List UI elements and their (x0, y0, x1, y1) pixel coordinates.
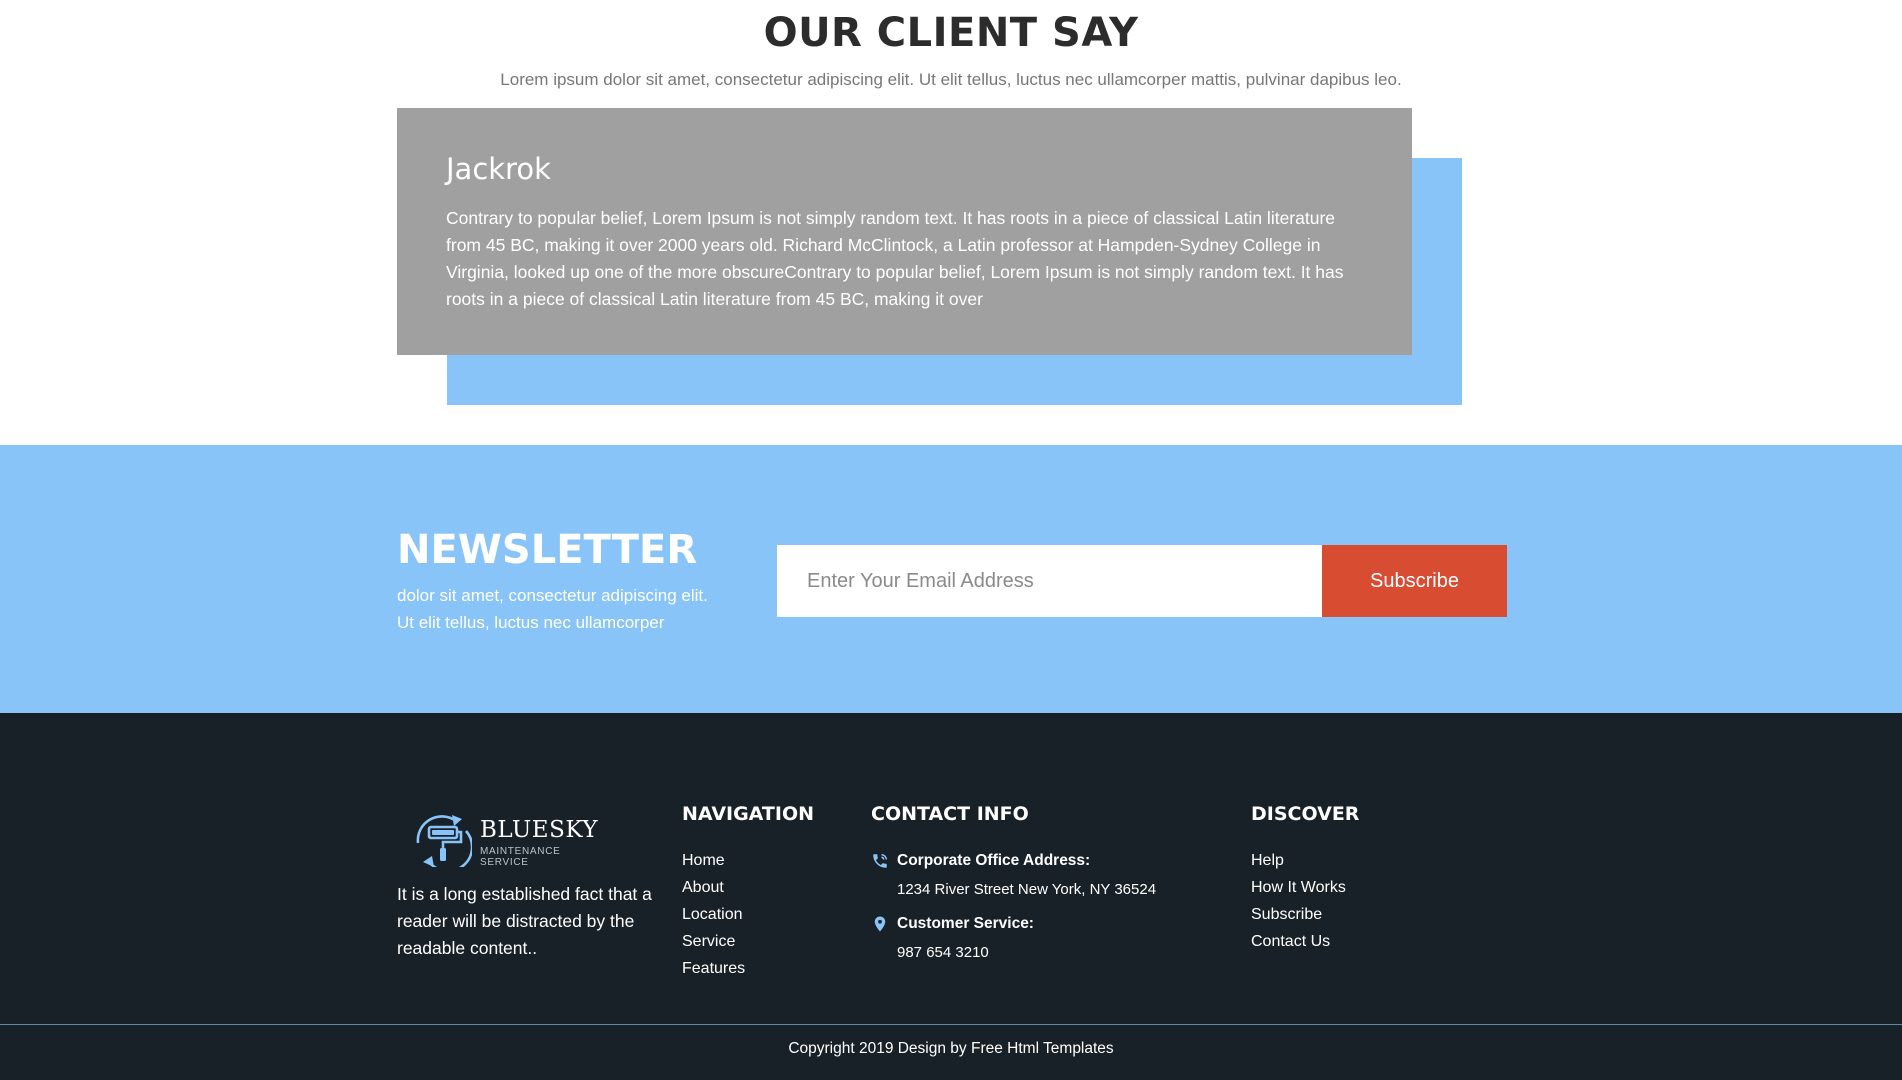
customer-service-phone[interactable]: 987 654 3210 (897, 941, 989, 965)
footer-divider (0, 1024, 1902, 1025)
discover-link-contact-us[interactable]: Contact Us (1251, 928, 1346, 955)
discover-link-how-it-works[interactable]: How It Works (1251, 874, 1346, 901)
nav-link-home[interactable]: Home (682, 847, 745, 874)
testimonial-card: Jackrok Contrary to popular belief, Lore… (397, 108, 1412, 355)
testimonial-author: Jackrok (446, 152, 551, 186)
newsletter-title: NEWSLETTER (397, 527, 698, 573)
nav-link-location[interactable]: Location (682, 901, 745, 928)
brand-logo[interactable]: BLUESKY MAINTENANCE SERVICE (410, 809, 610, 868)
office-address-value: 1234 River Street New York, NY 36524 (897, 881, 1157, 898)
customer-service-label: Customer Service: (897, 915, 1034, 932)
footer: BLUESKY MAINTENANCE SERVICE It is a long… (0, 713, 1902, 1080)
navigation-heading: NAVIGATION (682, 803, 814, 825)
email-input[interactable] (777, 545, 1322, 617)
phone-icon (873, 853, 888, 868)
testimonials-title: OUR CLIENT SAY (763, 10, 1139, 56)
discover-link-help[interactable]: Help (1251, 847, 1346, 874)
copyright-text: Copyright 2019 Design by Free Html Templ… (788, 1040, 1114, 1057)
subscribe-button[interactable]: Subscribe (1322, 545, 1507, 617)
nav-link-features[interactable]: Features (682, 955, 745, 982)
newsletter-section: NEWSLETTER dolor sit amet, consectetur a… (0, 445, 1902, 713)
testimonial-text: Contrary to popular belief, Lorem Ipsum … (446, 208, 1344, 309)
testimonials-subtitle: Lorem ipsum dolor sit amet, consectetur … (500, 70, 1402, 89)
location-pin-icon (874, 916, 886, 932)
office-address-label: Corporate Office Address: (897, 852, 1091, 869)
footer-about-text: It is a long established fact that a rea… (397, 884, 652, 958)
navigation-list: Home About Location Service Features (682, 847, 745, 982)
discover-link-subscribe[interactable]: Subscribe (1251, 901, 1346, 928)
testimonials-section: OUR CLIENT SAY Lorem ipsum dolor sit ame… (0, 0, 1902, 445)
contact-info-heading: CONTACT INFO (871, 803, 1029, 825)
brand-name: BLUESKY (480, 817, 599, 843)
brand-tagline: MAINTENANCE SERVICE (480, 846, 561, 868)
discover-list: Help How It Works Subscribe Contact Us (1251, 847, 1346, 955)
nav-link-about[interactable]: About (682, 874, 745, 901)
discover-heading: DISCOVER (1251, 803, 1360, 825)
paint-roller-icon (416, 815, 472, 867)
nav-link-service[interactable]: Service (682, 928, 745, 955)
newsletter-description: dolor sit amet, consectetur adipiscing e… (397, 586, 708, 632)
